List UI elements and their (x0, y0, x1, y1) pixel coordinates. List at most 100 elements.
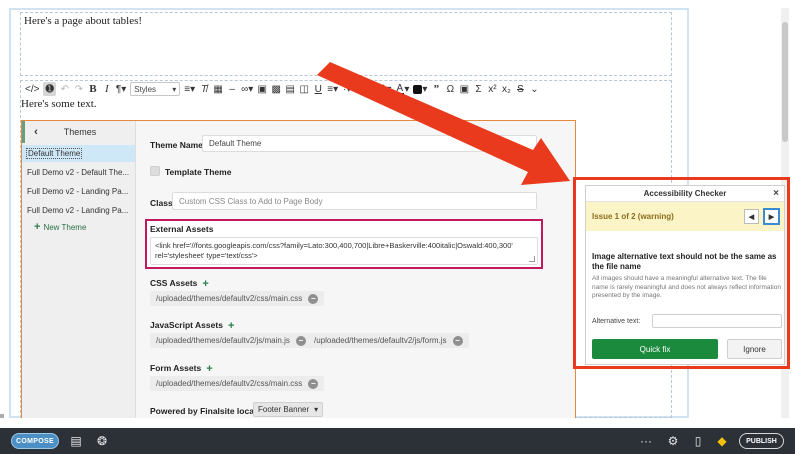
issue-title: Image alternative text should not be the… (592, 252, 777, 271)
more-chevron-icon[interactable]: ⌄ (529, 82, 539, 96)
clear-formatting-icon[interactable]: T̸ (199, 82, 209, 96)
underline-icon[interactable]: U (313, 82, 323, 96)
bottom-bar: COMPOSE ▤ ❂ ··· ⚙ ▯ ◆ PUBLISH (0, 428, 795, 454)
prev-issue-button[interactable]: ◀ (744, 209, 759, 224)
issue-description: All images should have a meaningful alte… (592, 275, 781, 299)
form-assets-heading: Form Assets + (150, 363, 213, 375)
columns-icon[interactable]: ◫ (299, 82, 309, 96)
chevron-down-icon: ▾ (172, 84, 177, 94)
powered-by-label: Powered by Finalsite location (150, 406, 270, 416)
layers-icon[interactable]: ◆ (714, 434, 730, 448)
accessibility-checker-icon[interactable]: ➊ (43, 82, 56, 96)
template-theme-checkbox[interactable] (150, 166, 160, 176)
new-theme-button[interactable]: + New Theme (22, 221, 135, 233)
add-js-asset-icon[interactable]: + (228, 320, 234, 332)
gear-icon[interactable]: ⚙ (665, 434, 681, 448)
chevron-down-icon: ▾ (314, 405, 319, 414)
accessibility-checker-dialog: Accessibility Checker × Issue 1 of 2 (wa… (585, 185, 785, 365)
table-icon[interactable]: ▦ (213, 82, 223, 96)
horizontal-line-icon[interactable]: – (227, 82, 237, 96)
settings-wheel-icon[interactable]: ❂ (94, 434, 110, 448)
math-icon[interactable]: Σ (473, 82, 483, 96)
bold-icon[interactable]: B (88, 82, 98, 96)
js-asset-path: /uploaded/themes/defaultv2/js/main.js (156, 336, 290, 345)
body-text: Here's some text. (21, 98, 97, 110)
paragraph-format-icon[interactable]: ¶▾ (116, 82, 126, 96)
font-size-icon[interactable]: A▾ (356, 82, 368, 96)
new-theme-label: New Theme (43, 222, 87, 232)
triangle-right-icon: ▶ (768, 213, 775, 221)
scrollbar-thumb[interactable] (782, 22, 788, 142)
back-chevron-icon[interactable]: ‹ (25, 126, 47, 138)
external-assets-value: <link href='//fonts.googleapis.com/css?f… (155, 241, 513, 260)
special-character-icon[interactable]: Ω (445, 82, 455, 96)
mobile-preview-icon[interactable]: ▯ (690, 434, 706, 448)
external-assets-textarea[interactable]: <link href='//fonts.googleapis.com/css?f… (150, 237, 538, 265)
undo-icon[interactable]: ↶ (60, 82, 70, 96)
css-assets-heading: CSS Assets + (150, 278, 209, 290)
redo-icon[interactable]: ↷ (74, 82, 84, 96)
theme-item-label: Full Demo v2 - Landing Pa... (27, 206, 129, 215)
powered-by-value: Footer Banner (258, 405, 310, 414)
css-assets-label: CSS Assets (150, 278, 198, 288)
editable-region-top[interactable]: Here's a page about tables! (20, 12, 672, 76)
more-icon[interactable]: ··· (638, 434, 654, 448)
publish-button[interactable]: PUBLISH (739, 433, 784, 449)
compose-button[interactable]: COMPOSE (11, 433, 59, 449)
theme-item-full-demo-landing-2[interactable]: Full Demo v2 - Landing Pa... (22, 202, 135, 219)
theme-item-default[interactable]: Default Theme (22, 145, 135, 162)
remove-icon[interactable]: − (295, 335, 306, 346)
form-asset-chip: /uploaded/themes/defaultv2/css/main.css − (150, 376, 325, 391)
text-transform-icon[interactable]: T↧▾ (372, 82, 392, 96)
css-asset-chip: /uploaded/themes/defaultv2/css/main.css − (150, 291, 325, 306)
theme-item-label: Full Demo v2 - Landing Pa... (27, 187, 129, 196)
themes-sidebar-header: ‹ Themes (22, 121, 135, 143)
class-input[interactable]: Custom CSS Class to Add to Page Body (172, 192, 537, 210)
remove-icon[interactable]: − (308, 293, 319, 304)
theme-name-input[interactable]: Default Theme (202, 135, 537, 152)
plus-icon: + (34, 221, 41, 233)
superscript-icon[interactable]: x² (487, 82, 497, 96)
quick-fix-button[interactable]: Quick fix (592, 339, 718, 359)
js-asset-path: /uploaded/themes/defaultv2/js/form.js (314, 336, 447, 345)
css-asset-path: /uploaded/themes/defaultv2/css/main.css (156, 294, 303, 303)
themes-sidebar: ‹ Themes Default Theme Full Demo v2 - De… (22, 121, 136, 418)
embed-icon[interactable]: ▤ (285, 82, 295, 96)
styles-dropdown[interactable]: Styles ▾ (130, 82, 181, 96)
external-assets-highlight: External Assets <link href='//fonts.goog… (145, 219, 543, 269)
theme-item-full-demo-landing-1[interactable]: Full Demo v2 - Landing Pa... (22, 183, 135, 200)
external-assets-label: External Assets (150, 224, 214, 234)
remove-icon[interactable]: − (452, 335, 463, 346)
issue-bar: Issue 1 of 2 (warning) ◀ ▶ (586, 202, 784, 231)
line-height-icon[interactable]: ·▾ (342, 82, 352, 96)
code-block-icon[interactable]: ▣ (459, 82, 469, 96)
add-form-asset-icon[interactable]: + (206, 363, 212, 375)
close-icon[interactable]: × (773, 186, 779, 202)
subscript-icon[interactable]: x₂ (501, 82, 511, 96)
checker-header: Accessibility Checker × (586, 186, 784, 202)
alt-text-input[interactable] (652, 314, 782, 328)
source-code-icon[interactable]: </> (25, 82, 39, 96)
video-icon[interactable]: ▩ (271, 82, 281, 96)
background-color-icon[interactable]: ▾ (413, 82, 427, 96)
resize-handle-icon[interactable] (529, 256, 535, 262)
next-issue-button[interactable]: ▶ (764, 209, 779, 224)
strikethrough-icon[interactable]: S (515, 82, 525, 96)
js-asset-chip-1: /uploaded/themes/defaultv2/js/main.js − (150, 333, 312, 348)
editor-toolbar: </> ➊ ↶ ↷ B I ¶▾ Styles▾ ≡▾ T̸ ▦ – ∞▾ ▣ … (21, 80, 671, 98)
blockquote-icon[interactable]: ” (431, 82, 441, 96)
italic-icon[interactable]: I (102, 82, 112, 96)
align-icon[interactable]: ≡▾ (184, 82, 195, 96)
layout-icon[interactable]: ▤ (68, 434, 84, 448)
font-color-icon[interactable]: A ▾ (395, 82, 409, 96)
remove-icon[interactable]: − (308, 378, 319, 389)
theme-item-full-demo-default[interactable]: Full Demo v2 - Default The... (22, 164, 135, 181)
form-assets-label: Form Assets (150, 363, 202, 373)
link-icon[interactable]: ∞▾ (241, 82, 253, 96)
add-css-asset-icon[interactable]: + (202, 278, 208, 290)
triangle-left-icon: ◀ (748, 213, 755, 221)
powered-by-dropdown[interactable]: Footer Banner ▾ (253, 402, 324, 417)
image-icon[interactable]: ▣ (257, 82, 267, 96)
text-style-icon[interactable]: ≡▾ (327, 82, 338, 96)
ignore-button[interactable]: Ignore (727, 339, 782, 359)
